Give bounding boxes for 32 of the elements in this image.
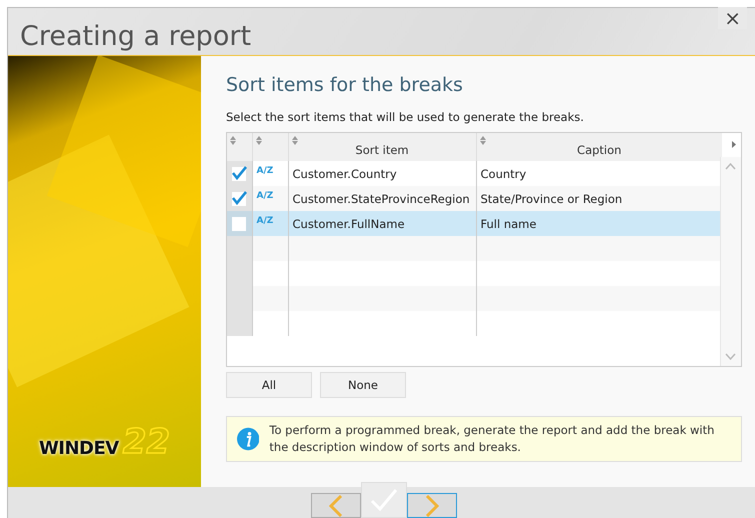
checkmark-icon (231, 164, 248, 180)
window-title: Creating a report (20, 21, 252, 52)
close-button[interactable]: × (718, 7, 747, 29)
right-chevron-icon (425, 494, 439, 516)
checkbox[interactable] (232, 216, 246, 230)
table-cell: Customer.StateProvinceRegion (288, 186, 476, 211)
table-row[interactable]: A/Z Customer.FullName Full name (227, 211, 722, 236)
scroll-up-icon[interactable] (725, 163, 736, 170)
select-none-button[interactable]: None (320, 372, 406, 398)
table-cell: Customer.FullName (288, 211, 476, 236)
select-all-button[interactable]: All (226, 372, 312, 398)
table-row[interactable]: A/Z Customer.StateProvinceRegion State/Province or Region (227, 186, 722, 211)
info-message: To perform a programmed break, generate the report and add the break with the description window of sorts and breaks. (269, 422, 716, 456)
scroll-right-icon[interactable] (732, 141, 736, 148)
sort-arrows-icon[interactable] (292, 136, 298, 145)
previous-button[interactable] (311, 493, 361, 518)
table-cell: State/Province or Region (476, 186, 722, 211)
sort-arrows-icon[interactable] (480, 136, 486, 145)
column-header[interactable]: Caption (476, 133, 722, 161)
sort-arrows-icon[interactable] (230, 136, 236, 145)
left-chevron-icon (329, 494, 343, 516)
next-button[interactable] (407, 493, 457, 518)
logo-text: WINDEV (38, 438, 119, 459)
checkbox[interactable] (232, 192, 246, 206)
checkbox[interactable] (232, 166, 246, 180)
instruction-text: Select the sort items that will be used to generate the breaks. (226, 110, 585, 124)
column-header[interactable]: Sort item (288, 133, 476, 161)
table-cell: Full name (476, 211, 722, 236)
checkmark-icon (231, 190, 248, 206)
scroll-down-icon[interactable] (725, 353, 736, 360)
sort-arrows-icon[interactable] (256, 136, 262, 145)
step-title: Sort items for the breaks (226, 74, 464, 98)
